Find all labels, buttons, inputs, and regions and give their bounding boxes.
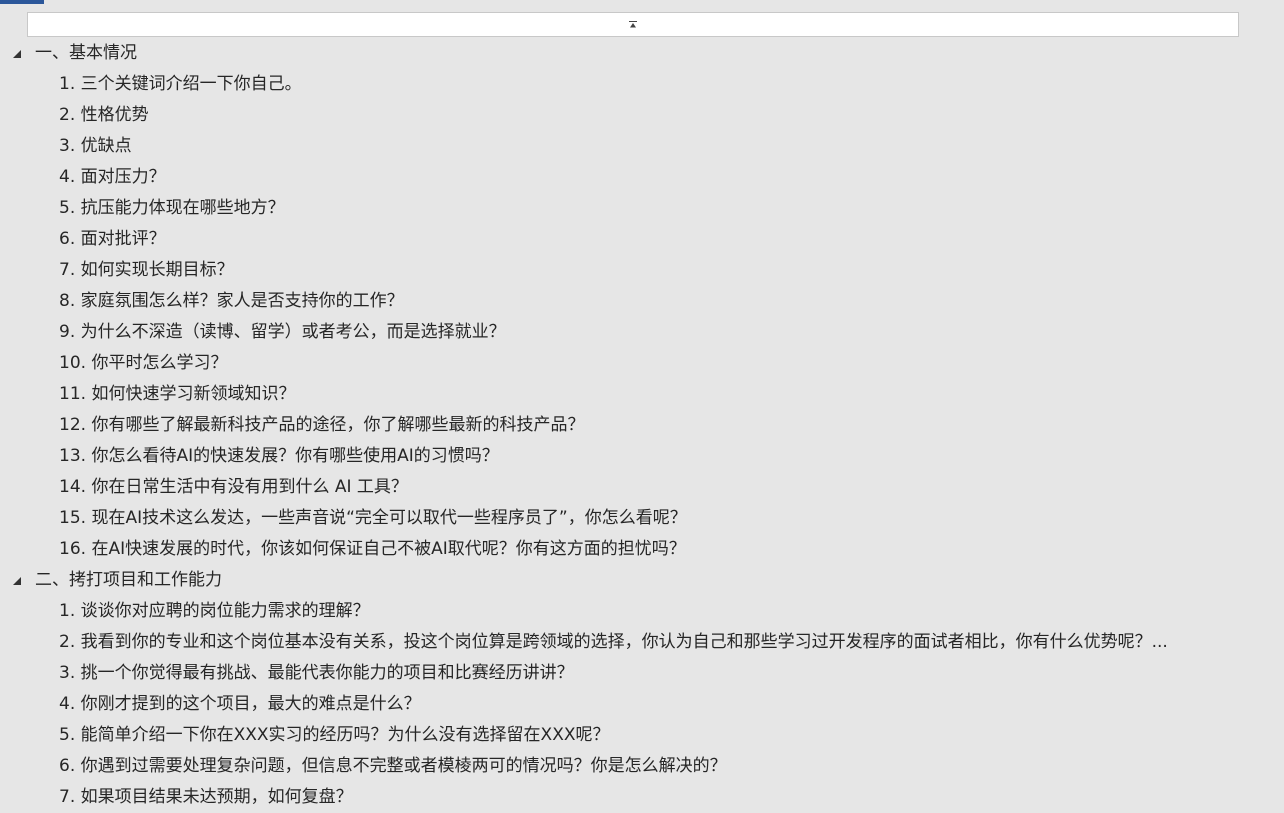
active-tab-indicator [0,0,44,4]
triangle-down-icon[interactable] [11,48,23,60]
document-outline: 一、基本情况 1. 三个关键词介绍一下你自己。 2. 性格优势 3. 优缺点 4. 面对… [0,38,1284,813]
outline-item[interactable]: 2. 我看到你的专业和这个岗位基本没有关系，投这个岗位算是跨领域的选择，你认为自… [0,627,1229,658]
outline-item[interactable]: 10. 你平时怎么学习？ [0,348,1284,379]
outline-item[interactable]: 12. 你有哪些了解最新科技产品的途径，你了解哪些最新的科技产品？ [0,410,1284,441]
triangle-down-icon[interactable] [11,575,23,587]
outline-item[interactable]: 1. 谈谈你对应聘的岗位能力需求的理解？ [0,596,1284,627]
outline-item[interactable]: 7. 如果项目结果未达预期，如何复盘？ [0,782,1284,813]
outline-item[interactable]: 15. 现在AI技术这么发达，一些声音说“完全可以取代一些程序员了”，你怎么看呢… [0,503,1284,534]
collapse-up-icon[interactable] [626,18,640,32]
outline-item[interactable]: 13. 你怎么看待AI的快速发展？你有哪些使用AI的习惯吗？ [0,441,1284,472]
outline-item[interactable]: 11. 如何快速学习新领域知识？ [0,379,1284,410]
outline-item[interactable]: 3. 优缺点 [0,131,1284,162]
outline-item[interactable]: 5. 能简单介绍一下你在XXX实习的经历吗？为什么没有选择留在XXX呢？ [0,720,1284,751]
outline-heading-label: 一、基本情况 [35,43,137,63]
outline-item[interactable]: 6. 你遇到过需要处理复杂问题，但信息不完整或者模棱两可的情况吗？你是怎么解决的… [0,751,1284,782]
outline-item[interactable]: 1. 三个关键词介绍一下你自己。 [0,69,1284,100]
outline-item[interactable]: 5. 抗压能力体现在哪些地方？ [0,193,1284,224]
outline-item[interactable]: 3. 挑一个你觉得最有挑战、最能代表你能力的项目和比赛经历讲讲？ [0,658,1284,689]
outline-item[interactable]: 4. 你刚才提到的这个项目，最大的难点是什么？ [0,689,1284,720]
outline-item[interactable]: 8. 家庭氛围怎么样？家人是否支持你的工作？ [0,286,1284,317]
nav-pane-header-bar [27,12,1239,37]
outline-item[interactable]: 4. 面对压力？ [0,162,1284,193]
outline-item[interactable]: 14. 你在日常生活中有没有用到什么 AI 工具？ [0,472,1284,503]
outline-heading[interactable]: 一、基本情况 [0,38,1284,69]
outline-heading-label: 二、拷打项目和工作能力 [35,570,222,590]
outline-heading[interactable]: 二、拷打项目和工作能力 [0,565,1284,596]
outline-item[interactable]: 6. 面对批评？ [0,224,1284,255]
outline-item[interactable]: 7. 如何实现长期目标？ [0,255,1284,286]
outline-item[interactable]: 2. 性格优势 [0,100,1284,131]
outline-item[interactable]: 9. 为什么不深造（读博、留学）或者考公，而是选择就业？ [0,317,1284,348]
outline-item[interactable]: 16. 在AI快速发展的时代，你该如何保证自己不被AI取代呢？你有这方面的担忧吗… [0,534,1284,565]
